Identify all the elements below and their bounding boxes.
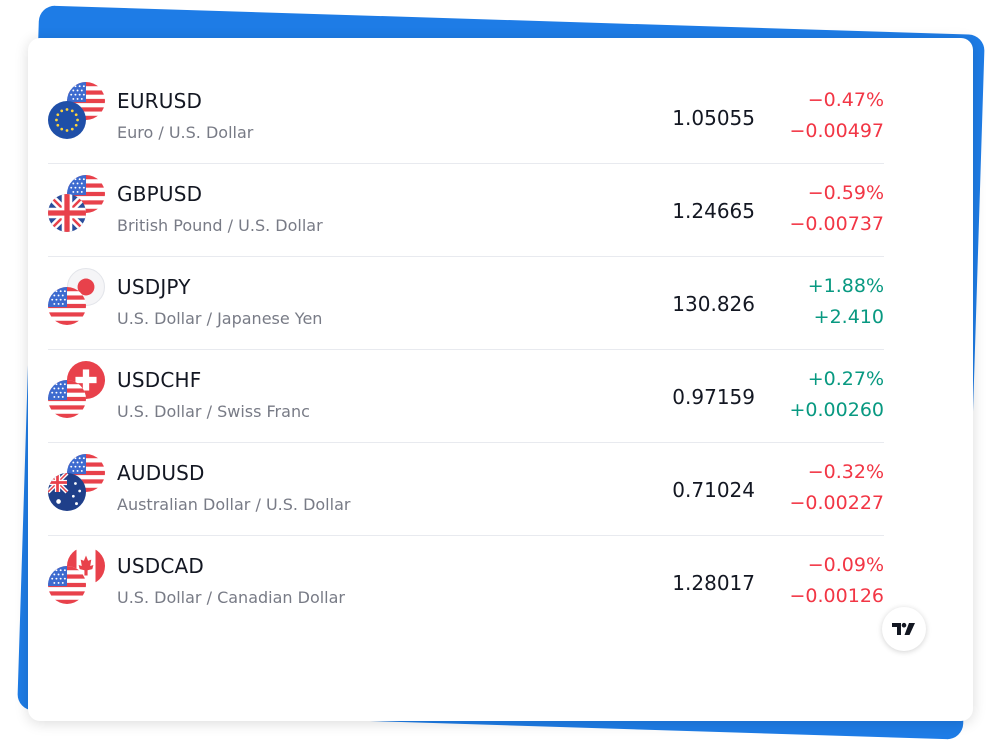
currency-pair-icon	[48, 175, 108, 235]
currency-pair-icon	[48, 361, 108, 421]
ticker-description: U.S. Dollar / Swiss Franc	[117, 402, 310, 421]
ticker-change-percent: −0.59%	[807, 182, 884, 204]
ticker-change-absolute: −0.00227	[789, 492, 885, 514]
ticker-change-absolute: +2.410	[813, 306, 884, 328]
ticker-symbol: USDCHF	[117, 368, 202, 392]
tradingview-logo-icon	[892, 622, 915, 635]
ticker-change-percent: +1.88%	[807, 275, 884, 297]
currency-pair-icon	[48, 454, 108, 514]
ticker-change-percent: −0.47%	[807, 89, 884, 111]
ticker-description: Euro / U.S. Dollar	[117, 123, 254, 142]
forex-ticker-list: EURUSD Euro / U.S. Dollar 1.05055 −0.47%…	[48, 71, 884, 628]
uk-flag-icon	[48, 194, 86, 232]
ticker-change-percent: +0.27%	[807, 368, 884, 390]
ticker-row-audusd[interactable]: AUDUSD Australian Dollar / U.S. Dollar 0…	[48, 443, 884, 536]
ticker-price: 130.826	[672, 292, 755, 316]
ticker-price: 0.71024	[672, 478, 755, 502]
ticker-description: British Pound / U.S. Dollar	[117, 216, 323, 235]
us-flag-icon	[48, 566, 86, 604]
tradingview-badge-button[interactable]	[882, 607, 926, 651]
ticker-symbol: USDCAD	[117, 554, 204, 578]
ticker-row-gbpusd[interactable]: GBPUSD British Pound / U.S. Dollar 1.246…	[48, 164, 884, 257]
ticker-price: 1.05055	[672, 106, 755, 130]
us-flag-icon	[48, 380, 86, 418]
ticker-row-usdjpy[interactable]: USDJPY U.S. Dollar / Japanese Yen 130.82…	[48, 257, 884, 350]
currency-pair-icon	[48, 547, 108, 607]
us-flag-icon	[48, 287, 86, 325]
ticker-change-percent: −0.32%	[807, 461, 884, 483]
eu-flag-icon	[48, 101, 86, 139]
ticker-change-absolute: −0.00126	[789, 585, 885, 607]
ticker-description: U.S. Dollar / Japanese Yen	[117, 309, 323, 328]
ticker-change-percent: −0.09%	[807, 554, 884, 576]
ticker-price: 0.97159	[672, 385, 755, 409]
ticker-symbol: AUDUSD	[117, 461, 205, 485]
au-flag-icon	[48, 473, 86, 511]
ticker-row-eurusd[interactable]: EURUSD Euro / U.S. Dollar 1.05055 −0.47%…	[48, 71, 884, 164]
ticker-row-usdchf[interactable]: USDCHF U.S. Dollar / Swiss Franc 0.97159…	[48, 350, 884, 443]
ticker-price: 1.28017	[672, 571, 755, 595]
ticker-row-usdcad[interactable]: USDCAD U.S. Dollar / Canadian Dollar 1.2…	[48, 536, 884, 628]
ticker-symbol: EURUSD	[117, 89, 203, 113]
ticker-change-absolute: +0.00260	[789, 399, 885, 421]
currency-pair-icon	[48, 268, 108, 328]
ticker-symbol: USDJPY	[117, 275, 191, 299]
ticker-change-absolute: −0.00497	[789, 120, 885, 142]
ticker-symbol: GBPUSD	[117, 182, 203, 206]
ticker-price: 1.24665	[672, 199, 755, 223]
ticker-description: U.S. Dollar / Canadian Dollar	[117, 588, 346, 607]
ticker-description: Australian Dollar / U.S. Dollar	[117, 495, 351, 514]
currency-pair-icon	[48, 82, 108, 142]
ticker-change-absolute: −0.00737	[789, 213, 885, 235]
